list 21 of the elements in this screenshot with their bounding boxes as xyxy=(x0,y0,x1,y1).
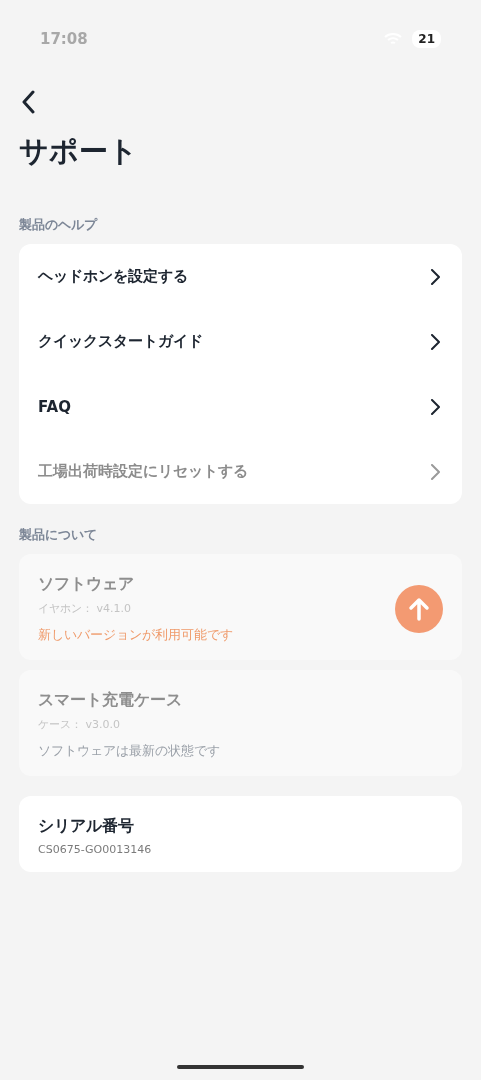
status-time: 17:08 xyxy=(40,30,88,48)
status-text: ソフトウェアは最新の状態です xyxy=(38,743,220,760)
version-text: CS0675-GO0013146 xyxy=(38,843,152,856)
page-title: サポート xyxy=(19,133,139,170)
back-chevron-icon xyxy=(21,90,35,114)
chevron-right-icon xyxy=(430,333,440,350)
chevron-right-icon xyxy=(430,398,440,415)
battery-level: 21 xyxy=(412,30,441,48)
section-label: 製品のヘルプ xyxy=(19,216,99,234)
home-indicator[interactable] xyxy=(177,1065,304,1069)
chevron-right-icon xyxy=(430,268,440,285)
card-title: シリアル番号 xyxy=(38,816,135,837)
help-item[interactable]: FAQ xyxy=(19,374,462,439)
help-item[interactable]: ヘッドホンを設定する xyxy=(19,244,462,309)
arrow-up-icon xyxy=(408,597,430,621)
status-text: 新しいバージョンが利用可能です xyxy=(38,627,233,644)
section-label: 製品について xyxy=(19,526,98,544)
chevron-right-icon xyxy=(430,463,440,480)
help-item[interactable]: クイックスタートガイド xyxy=(19,309,462,374)
card-title: ソフトウェア xyxy=(38,574,135,595)
card-title: スマート充電ケース xyxy=(38,690,183,711)
